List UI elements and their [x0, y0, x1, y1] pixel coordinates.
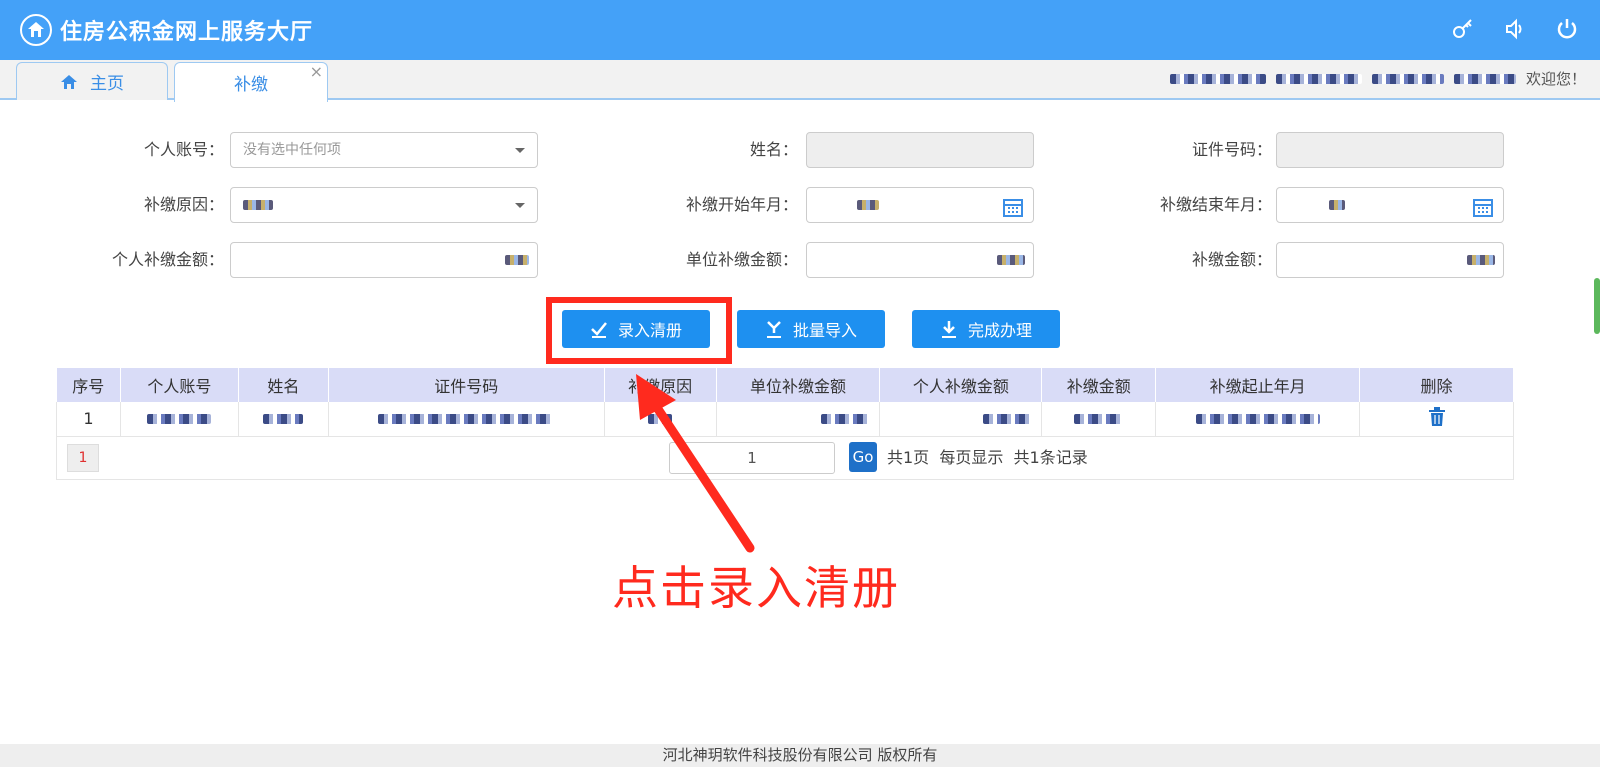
footer-copyright: 河北神玥软件科技股份有限公司 版权所有 [0, 744, 1600, 767]
annotation-text: 点击录入清册 [612, 561, 900, 615]
scrollbar[interactable] [1594, 278, 1600, 334]
annotation-arrow-icon [636, 374, 755, 553]
